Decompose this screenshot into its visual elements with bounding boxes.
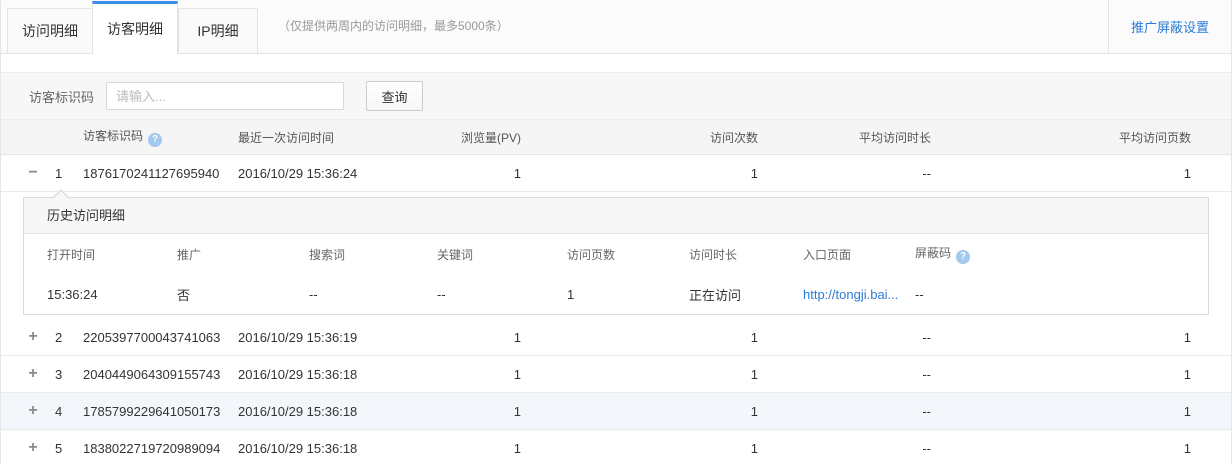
header-avg-duration: 平均访问时长 bbox=[758, 129, 931, 146]
h-duration: 访问时长 bbox=[689, 246, 803, 263]
table-row[interactable]: + 5 1838022719720989094 2016/10/29 15:36… bbox=[1, 430, 1231, 464]
tab-ip-detail[interactable]: IP明细 bbox=[178, 8, 258, 53]
history-table-row: 15:36:24 否 -- -- 1 正在访问 http://tongji.ba… bbox=[24, 274, 1208, 314]
pv-value: 1 bbox=[408, 330, 521, 345]
row-index: 4 bbox=[55, 404, 83, 419]
expand-row-button[interactable]: + bbox=[25, 440, 41, 456]
table-row[interactable]: + 4 1785799229641050173 2016/10/29 15:36… bbox=[1, 393, 1231, 430]
history-detail-panel: 历史访问明细 打开时间 推广 搜索词 关键词 访问页数 访问时长 入口页面 屏蔽… bbox=[23, 197, 1209, 315]
h-keyword: 关键词 bbox=[437, 246, 567, 263]
avg-pages-value: 1 bbox=[931, 441, 1191, 456]
header-visitor-id: 访客标识码? bbox=[83, 127, 238, 147]
promo-value: 否 bbox=[177, 285, 309, 304]
h-block-code-label: 屏蔽码 bbox=[915, 246, 951, 260]
h-pages: 访问页数 bbox=[567, 246, 689, 263]
pages-value: 1 bbox=[567, 287, 689, 302]
h-open-time: 打开时间 bbox=[47, 246, 177, 263]
avg-pages-value: 1 bbox=[931, 330, 1191, 345]
panel-caret-icon bbox=[53, 189, 69, 197]
visitor-id-help-icon[interactable]: ? bbox=[148, 133, 162, 147]
visitor-id-input[interactable] bbox=[106, 82, 344, 110]
h-promo: 推广 bbox=[177, 246, 309, 263]
search-bar: 访客标识码 查询 bbox=[1, 72, 1231, 120]
expand-row-button[interactable]: + bbox=[25, 366, 41, 382]
keyword-value: -- bbox=[437, 287, 567, 302]
tabbar-right-section: 推广屏蔽设置 bbox=[1108, 0, 1231, 53]
last-visit-time-value: 2016/10/29 15:36:18 bbox=[238, 404, 408, 419]
tab-visit-detail[interactable]: 访问明细 bbox=[7, 8, 92, 53]
block-code-value: -- bbox=[915, 287, 1055, 302]
collapse-row-button[interactable]: − bbox=[25, 165, 41, 181]
header-visitor-id-label: 访客标识码 bbox=[83, 129, 143, 143]
h-search-word: 搜索词 bbox=[309, 246, 437, 263]
pv-value: 1 bbox=[408, 166, 521, 181]
visits-value: 1 bbox=[521, 441, 758, 456]
history-table-header: 打开时间 推广 搜索词 关键词 访问页数 访问时长 入口页面 屏蔽码? bbox=[24, 234, 1208, 274]
visitor-detail-panel: 访问明细 访客明细 IP明细 （仅提供两周内的访问明细，最多5000条） 推广屏… bbox=[0, 0, 1232, 464]
search-word-value: -- bbox=[309, 287, 437, 302]
avg-pages-value: 1 bbox=[931, 404, 1191, 419]
duration-value: 正在访问 bbox=[689, 285, 803, 304]
pv-value: 1 bbox=[408, 367, 521, 382]
tab-bar: 访问明细 访客明细 IP明细 （仅提供两周内的访问明细，最多5000条） 推广屏… bbox=[1, 0, 1231, 54]
last-visit-time-value: 2016/10/29 15:36:24 bbox=[238, 166, 408, 181]
tab-visitor-detail[interactable]: 访客明细 bbox=[92, 1, 178, 54]
block-code-help-icon[interactable]: ? bbox=[956, 250, 970, 264]
header-avg-pages: 平均访问页数 bbox=[931, 129, 1191, 146]
visitor-id-value: 1785799229641050173 bbox=[83, 404, 238, 419]
entry-page-link[interactable]: http://tongji.bai... bbox=[803, 287, 898, 302]
table-row[interactable]: − 1 1876170241127695940 2016/10/29 15:36… bbox=[1, 155, 1231, 192]
visitor-id-label: 访客标识码 bbox=[29, 87, 94, 106]
last-visit-time-value: 2016/10/29 15:36:19 bbox=[238, 330, 408, 345]
visitor-id-value: 2040449064309155743 bbox=[83, 367, 238, 382]
header-last-visit-time: 最近一次访问时间 bbox=[238, 129, 408, 146]
visits-value: 1 bbox=[521, 404, 758, 419]
avg-duration-value: -- bbox=[758, 404, 931, 419]
avg-duration-value: -- bbox=[758, 166, 931, 181]
last-visit-time-value: 2016/10/29 15:36:18 bbox=[238, 367, 408, 382]
visits-value: 1 bbox=[521, 367, 758, 382]
tab-note: （仅提供两周内的访问明细，最多5000条） bbox=[278, 0, 509, 53]
avg-duration-value: -- bbox=[758, 330, 931, 345]
row-index: 5 bbox=[55, 441, 83, 456]
row-index: 3 bbox=[55, 367, 83, 382]
visitor-id-value: 1838022719720989094 bbox=[83, 441, 238, 456]
avg-pages-value: 1 bbox=[931, 166, 1191, 181]
h-block-code: 屏蔽码? bbox=[915, 244, 1055, 264]
last-visit-time-value: 2016/10/29 15:36:18 bbox=[238, 441, 408, 456]
history-panel-title: 历史访问明细 bbox=[24, 198, 1208, 234]
open-time-value: 15:36:24 bbox=[47, 287, 177, 302]
header-visits: 访问次数 bbox=[521, 129, 758, 146]
expand-row-button[interactable]: + bbox=[25, 329, 41, 345]
visitor-id-value: 1876170241127695940 bbox=[83, 166, 238, 181]
expand-row-button[interactable]: + bbox=[25, 403, 41, 419]
h-entry-page: 入口页面 bbox=[803, 246, 915, 263]
avg-duration-value: -- bbox=[758, 441, 931, 456]
table-header: 访客标识码? 最近一次访问时间 浏览量(PV) 访问次数 平均访问时长 平均访问… bbox=[1, 120, 1231, 155]
avg-pages-value: 1 bbox=[931, 367, 1191, 382]
pv-value: 1 bbox=[408, 404, 521, 419]
promotion-block-settings-link[interactable]: 推广屏蔽设置 bbox=[1131, 17, 1209, 36]
query-button[interactable]: 查询 bbox=[366, 81, 423, 111]
history-detail-box: 历史访问明细 打开时间 推广 搜索词 关键词 访问页数 访问时长 入口页面 屏蔽… bbox=[23, 197, 1209, 315]
header-pv: 浏览量(PV) bbox=[408, 129, 521, 146]
spacer bbox=[1, 54, 1231, 72]
row-index: 2 bbox=[55, 330, 83, 345]
visits-value: 1 bbox=[521, 330, 758, 345]
pv-value: 1 bbox=[408, 441, 521, 456]
visits-value: 1 bbox=[521, 166, 758, 181]
table-row[interactable]: + 2 2205397700043741063 2016/10/29 15:36… bbox=[1, 319, 1231, 356]
visitor-id-value: 2205397700043741063 bbox=[83, 330, 238, 345]
row-index: 1 bbox=[55, 166, 83, 181]
table-row[interactable]: + 3 2040449064309155743 2016/10/29 15:36… bbox=[1, 356, 1231, 393]
avg-duration-value: -- bbox=[758, 367, 931, 382]
